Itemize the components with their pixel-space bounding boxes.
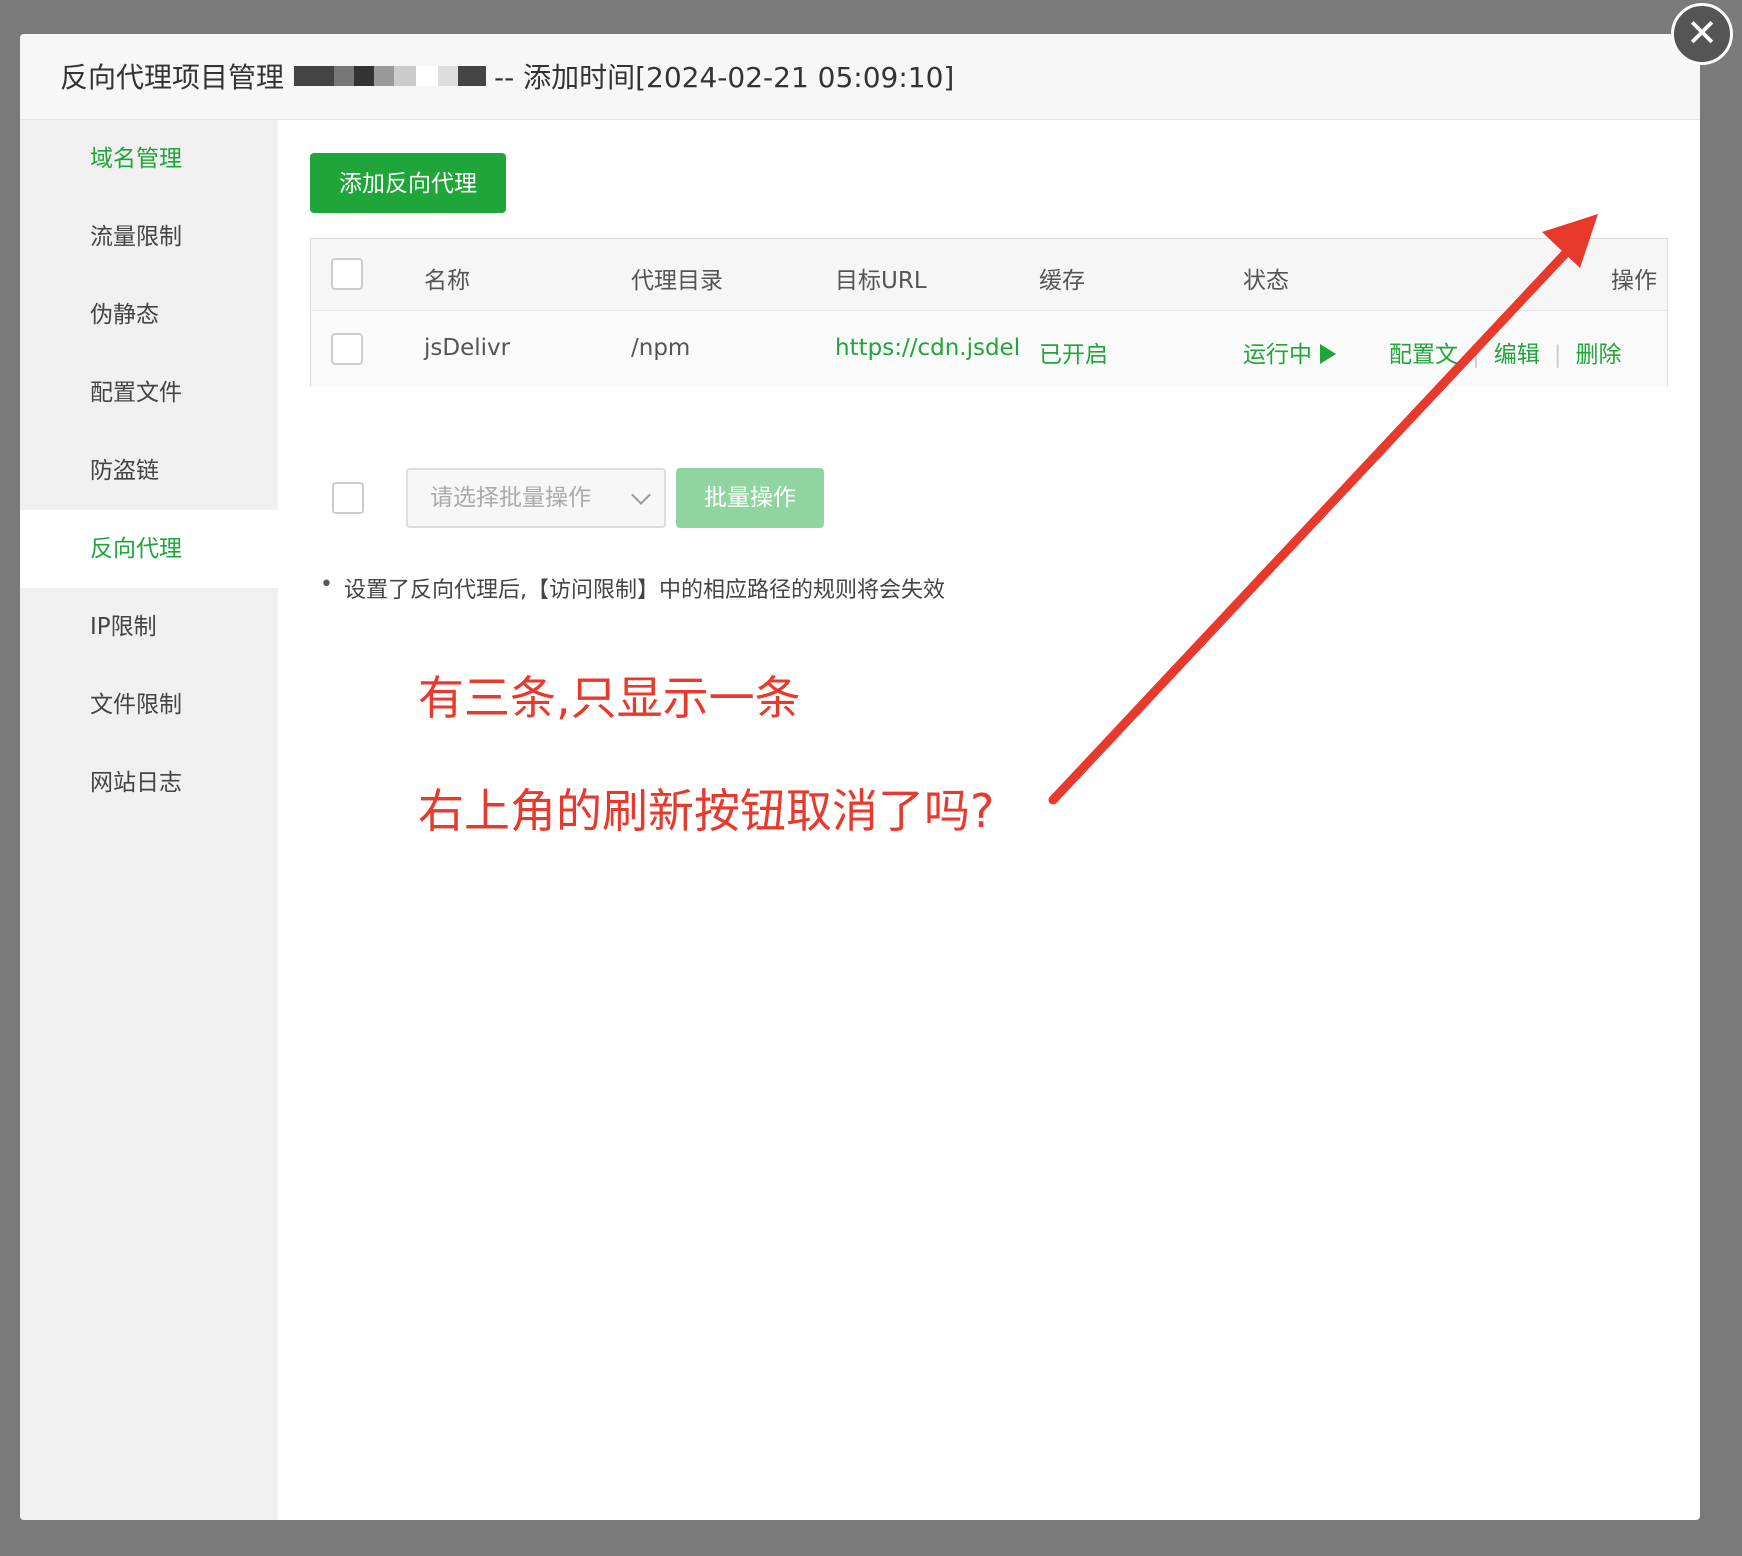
row-cache-status[interactable]: 已开启 <box>1039 335 1108 369</box>
add-reverse-proxy-button[interactable]: 添加反向代理 <box>310 153 506 213</box>
sidebar-item-domain[interactable]: 域名管理 <box>20 120 278 198</box>
column-header-status: 状态 <box>1243 268 1289 294</box>
sidebar-item-traffic-limit[interactable]: 流量限制 <box>20 198 278 276</box>
close-icon[interactable]: ✕ <box>1671 3 1733 65</box>
table-header: 名称 代理目录 目标URL 缓存 状态 操作 <box>311 239 1667 311</box>
sidebar-item-label: 伪静态 <box>90 302 159 328</box>
sidebar-item-reverse-proxy[interactable]: 反向代理 <box>20 510 278 588</box>
sidebar-item-label: IP限制 <box>90 614 157 640</box>
sidebar-item-label: 反向代理 <box>90 536 182 562</box>
annotation-line-1: 有三条,只显示一条 <box>418 671 801 725</box>
proxy-note: 设置了反向代理后,【访问限制】中的相应路径的规则将会失效 <box>320 572 945 604</box>
batch-operation-button[interactable]: 批量操作 <box>676 468 824 528</box>
row-url: https://cdn.jsdel <box>835 335 1021 361</box>
dialog-title-suffix: -- 添加时间[2024-02-21 05:09:10] <box>494 61 955 94</box>
sidebar-item-label: 配置文件 <box>90 380 182 406</box>
row-name: jsDelivr <box>424 335 511 361</box>
row-run-status[interactable]: 运行中 <box>1243 335 1336 369</box>
sidebar-item-label: 文件限制 <box>90 692 182 718</box>
column-header-ops: 操作 <box>1611 268 1657 294</box>
batch-select-placeholder: 请选择批量操作 <box>430 485 591 511</box>
row-dir: /npm <box>631 335 691 361</box>
column-header-dir: 代理目录 <box>631 268 723 294</box>
annotation-line-2: 右上角的刷新按钮取消了吗? <box>418 784 995 838</box>
dialog-title: 反向代理项目管理 -- 添加时间[2024-02-21 05:09:10] <box>60 56 954 96</box>
dialog-title-prefix: 反向代理项目管理 <box>60 61 285 94</box>
sidebar-item-config-file[interactable]: 配置文件 <box>20 354 278 432</box>
dialog-header: 反向代理项目管理 -- 添加时间[2024-02-21 05:09:10] <box>20 34 1700 120</box>
select-all-checkbox[interactable] <box>331 258 363 290</box>
play-icon <box>1320 344 1336 364</box>
sidebar-item-site-log[interactable]: 网站日志 <box>20 744 278 822</box>
column-header-cache: 缓存 <box>1039 268 1085 294</box>
edit-link[interactable]: 编辑 <box>1494 342 1540 368</box>
sidebar: 域名管理 流量限制 伪静态 配置文件 防盗链 反向代理 IP限制 文件限制 网站… <box>20 120 278 1520</box>
sidebar-item-label: 防盗链 <box>90 458 159 484</box>
column-header-url: 目标URL <box>835 268 927 294</box>
row-operations: 配置文 | 编辑 | 删除 <box>1389 335 1622 369</box>
batch-select-all-checkbox[interactable] <box>332 482 364 514</box>
config-file-link[interactable]: 配置文 <box>1389 342 1458 368</box>
row-run-status-label: 运行中 <box>1243 342 1312 368</box>
sidebar-item-file-limit[interactable]: 文件限制 <box>20 666 278 744</box>
sidebar-item-label: 流量限制 <box>90 224 182 250</box>
column-header-name: 名称 <box>424 268 470 294</box>
row-checkbox[interactable] <box>331 333 363 365</box>
batch-operation-select[interactable]: 请选择批量操作 <box>406 468 666 528</box>
delete-link[interactable]: 删除 <box>1576 342 1622 368</box>
table-row: jsDelivr /npm https://cdn.jsdel 已开启 运行中 … <box>311 311 1667 387</box>
sidebar-item-label: 网站日志 <box>90 770 182 796</box>
separator: | <box>1472 342 1480 368</box>
sidebar-item-label: 域名管理 <box>90 146 182 172</box>
sidebar-item-ip-limit[interactable]: IP限制 <box>20 588 278 666</box>
sidebar-item-rewrite[interactable]: 伪静态 <box>20 276 278 354</box>
proxy-table: 名称 代理目录 目标URL 缓存 状态 操作 jsDelivr /npm htt… <box>310 238 1668 387</box>
chevron-down-icon <box>631 485 651 505</box>
separator: | <box>1553 342 1562 368</box>
redacted-site-name <box>294 65 487 87</box>
sidebar-item-hotlink[interactable]: 防盗链 <box>20 432 278 510</box>
